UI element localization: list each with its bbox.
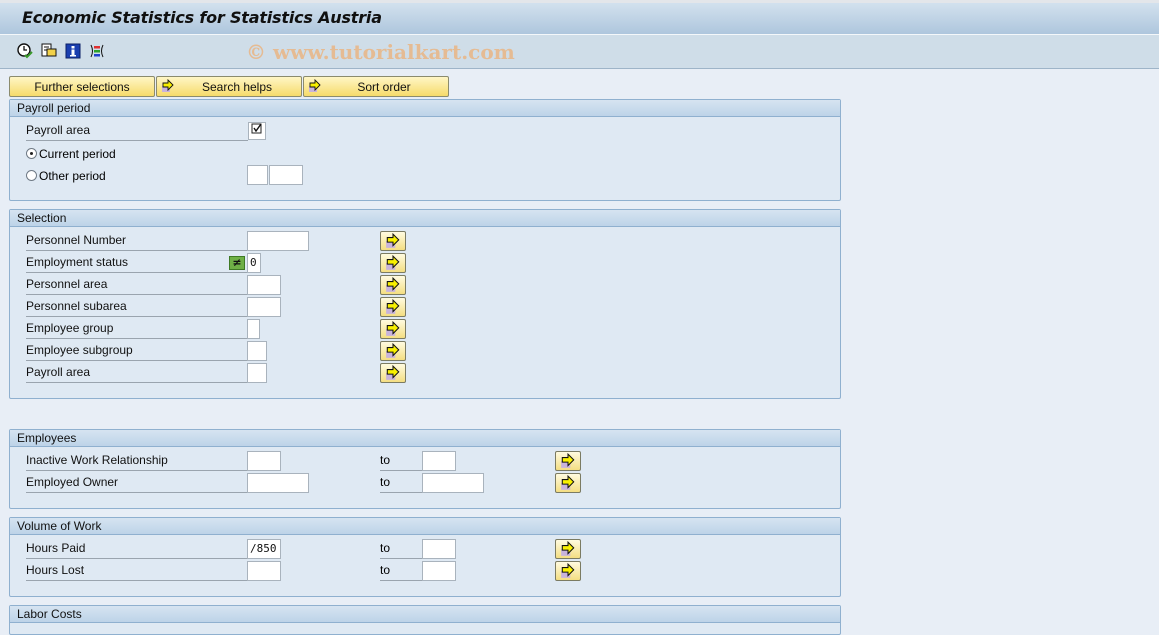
arrow-right-icon xyxy=(561,475,575,490)
employee-group-multiple-selection-button[interactable] xyxy=(380,319,406,339)
hours-lost-multiple-selection-button[interactable] xyxy=(555,561,581,581)
other-period-radio[interactable]: Other period xyxy=(26,167,106,185)
watermark: © www.tutorialkart.com xyxy=(246,40,515,64)
payroll-area-multiple-selection-button[interactable] xyxy=(380,363,406,383)
arrow-right-icon xyxy=(386,255,400,270)
personnel-subarea-field[interactable] xyxy=(247,297,281,317)
radio-selected-icon xyxy=(26,148,37,159)
title-bar: Economic Statistics for Statistics Austr… xyxy=(0,0,1159,35)
inactive-work-relationship-multiple-selection-button[interactable] xyxy=(555,451,581,471)
employed-owner-label: Employed Owner xyxy=(26,473,248,493)
radio-unselected-icon xyxy=(26,170,37,181)
arrow-right-icon xyxy=(308,78,322,99)
personnel-subarea-label: Personnel subarea xyxy=(26,297,248,317)
arrow-right-icon xyxy=(386,321,400,336)
search-helps-button[interactable]: Search helps xyxy=(156,76,302,97)
further-selections-button[interactable]: Further selections xyxy=(9,76,155,97)
personnel-area-label: Personnel area xyxy=(26,275,248,295)
arrow-right-icon xyxy=(161,78,175,99)
personnel-number-multiple-selection-button[interactable] xyxy=(380,231,406,251)
payroll-area-field[interactable] xyxy=(247,363,267,383)
hours-paid-multiple-selection-button[interactable] xyxy=(555,539,581,559)
other-period-field-1[interactable] xyxy=(247,165,268,185)
arrow-right-icon xyxy=(561,541,575,556)
hours-lost-from-field[interactable] xyxy=(247,561,281,581)
payroll-area-label: Payroll area xyxy=(26,121,248,141)
arrow-right-icon xyxy=(386,233,400,248)
personnel-number-label: Personnel Number xyxy=(26,231,248,251)
application-toolbar: © www.tutorialkart.com xyxy=(0,35,1159,69)
arrow-right-icon xyxy=(386,365,400,380)
info-icon[interactable] xyxy=(64,42,82,60)
inactive-work-relationship-from-field[interactable] xyxy=(247,451,281,471)
execute-clock-icon[interactable] xyxy=(16,42,34,60)
personnel-number-field[interactable] xyxy=(247,231,309,251)
employees-group: Employees Inactive Work Relationship to … xyxy=(9,429,841,509)
group-title: Selection xyxy=(10,210,840,227)
employment-status-multiple-selection-button[interactable] xyxy=(380,253,406,273)
payroll-period-group: Payroll period Payroll area Current peri… xyxy=(9,99,841,201)
personnel-area-multiple-selection-button[interactable] xyxy=(380,275,406,295)
current-period-radio[interactable]: Current period xyxy=(26,145,116,163)
selection-options-icon[interactable] xyxy=(88,42,106,60)
checkmark-icon xyxy=(251,123,262,134)
sort-order-label: Sort order xyxy=(357,80,411,94)
further-selections-label: Further selections xyxy=(34,80,130,94)
employed-owner-to-field[interactable] xyxy=(422,473,484,493)
employment-status-field[interactable]: 0 xyxy=(247,253,261,273)
hours-paid-label: Hours Paid xyxy=(26,539,248,559)
to-label: to xyxy=(380,473,422,493)
arrow-right-icon xyxy=(561,453,575,468)
personnel-subarea-multiple-selection-button[interactable] xyxy=(380,297,406,317)
inactive-work-relationship-to-field[interactable] xyxy=(422,451,456,471)
employee-subgroup-label: Employee subgroup xyxy=(26,341,248,361)
group-title: Labor Costs xyxy=(10,606,840,623)
employed-owner-from-field[interactable] xyxy=(247,473,309,493)
window-title: Economic Statistics for Statistics Austr… xyxy=(22,8,382,27)
hours-paid-to-field[interactable] xyxy=(422,539,456,559)
employment-status-label: Employment status xyxy=(26,253,248,273)
search-helps-label: Search helps xyxy=(201,80,273,94)
sort-order-button[interactable]: Sort order xyxy=(303,76,449,97)
arrow-right-icon xyxy=(386,277,400,292)
hours-lost-to-field[interactable] xyxy=(422,561,456,581)
other-period-field-2[interactable] xyxy=(269,165,303,185)
to-label: to xyxy=(380,561,422,581)
arrow-right-icon xyxy=(561,563,575,578)
volume-of-work-group: Volume of Work Hours Paid /850 to Hours … xyxy=(9,517,841,597)
payroll-area-selection-label: Payroll area xyxy=(26,363,248,383)
employed-owner-multiple-selection-button[interactable] xyxy=(555,473,581,493)
not-equal-operator-icon[interactable]: ≠ xyxy=(229,256,245,270)
arrow-right-icon xyxy=(386,299,400,314)
current-period-label: Current period xyxy=(39,147,116,161)
employee-group-label: Employee group xyxy=(26,319,248,339)
personnel-area-field[interactable] xyxy=(247,275,281,295)
group-title: Payroll period xyxy=(10,100,840,117)
group-title: Volume of Work xyxy=(10,518,840,535)
hours-lost-label: Hours Lost xyxy=(26,561,248,581)
other-period-label: Other period xyxy=(39,169,106,183)
employee-subgroup-field[interactable] xyxy=(247,341,267,361)
payroll-area-checkbox[interactable] xyxy=(248,122,266,140)
employee-group-field[interactable] xyxy=(247,319,260,339)
labor-costs-group: Labor Costs xyxy=(9,605,841,635)
inactive-work-relationship-label: Inactive Work Relationship xyxy=(26,451,248,471)
variant-copy-icon[interactable] xyxy=(40,42,58,60)
hours-paid-from-field[interactable]: /850 xyxy=(247,539,281,559)
to-label: to xyxy=(380,451,422,471)
arrow-right-icon xyxy=(386,343,400,358)
group-title: Employees xyxy=(10,430,840,447)
to-label: to xyxy=(380,539,422,559)
employee-subgroup-multiple-selection-button[interactable] xyxy=(380,341,406,361)
selection-group: Selection Personnel Number Employment st… xyxy=(9,209,841,399)
